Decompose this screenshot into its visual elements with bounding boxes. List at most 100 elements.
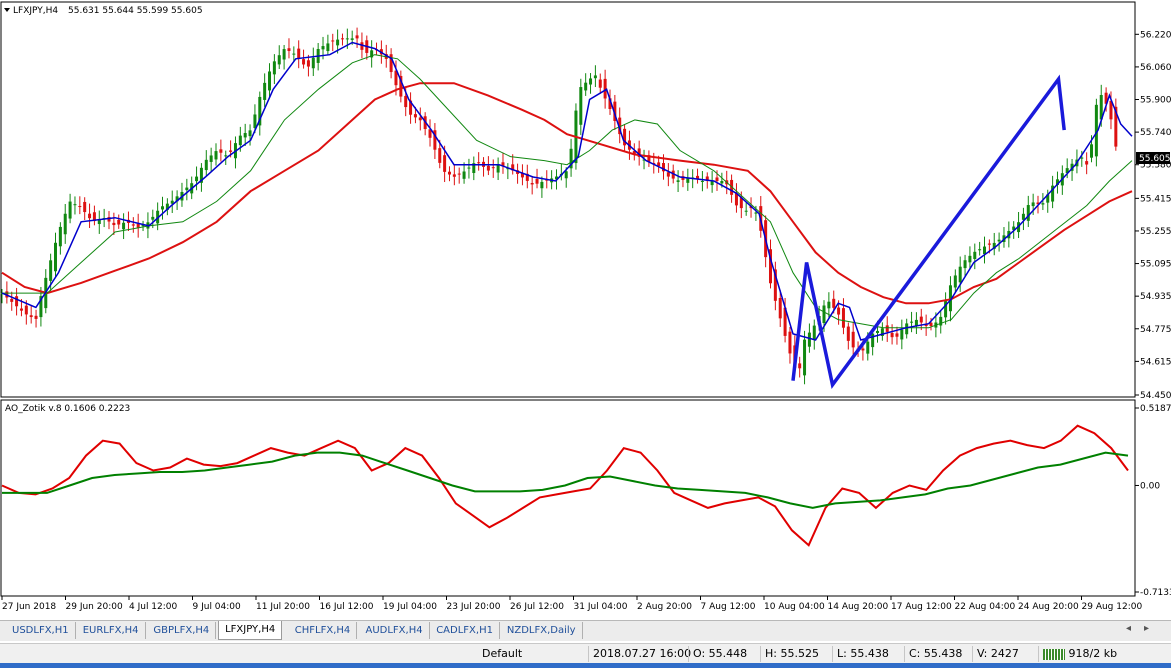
chart-tabs-bar: USDLFX,H1 EURLFX,H4 GBPLFX,H4 LFXJPY,H4 CHFL… — [0, 620, 1171, 641]
chart-tab[interactable]: NZDLFX,Daily — [501, 622, 583, 639]
time-tick-label: 14 Aug 20:00 — [828, 602, 889, 612]
price-tick-label: 56.060 — [1140, 63, 1171, 73]
time-tick-label: 19 Jul 04:00 — [383, 602, 437, 612]
price-tick-label: 56.220 — [1140, 30, 1171, 40]
candle-body — [253, 114, 257, 129]
price-tick-label: 54.615 — [1140, 357, 1171, 367]
candle-body — [540, 181, 544, 189]
osc-tick-label: -0.7133 — [1140, 588, 1171, 598]
candle-body — [63, 213, 67, 235]
chart-tab[interactable]: EURLFX,H4 — [77, 622, 146, 639]
candle-body — [807, 332, 811, 347]
current-price-label: 55.605 — [1139, 154, 1171, 164]
candle-body — [326, 43, 330, 52]
price-tick-label: 54.775 — [1140, 325, 1171, 335]
candle-body — [827, 301, 831, 309]
candle-body — [895, 333, 899, 337]
chart-tab[interactable]: CHFLFX,H4 — [289, 622, 358, 639]
candle-body — [297, 48, 301, 59]
time-tick-label: 31 Jul 04:00 — [574, 602, 628, 612]
candle-body — [306, 60, 310, 67]
price-tick-label: 55.740 — [1140, 128, 1171, 138]
candle-body — [851, 331, 855, 348]
candle-body — [34, 315, 38, 319]
candle-body — [803, 339, 807, 376]
candle-body — [321, 46, 325, 50]
candle-body — [49, 260, 53, 281]
candle-body — [287, 48, 291, 51]
candle-body — [292, 53, 296, 55]
price-tick-label: 55.415 — [1140, 194, 1171, 204]
tabs-scroll-right-icon[interactable]: ▸ — [1144, 623, 1149, 634]
candle-body — [910, 321, 914, 323]
candle-body — [1085, 161, 1089, 165]
chart-tab[interactable]: CADLFX,H1 — [430, 622, 500, 639]
candle-body — [715, 177, 719, 182]
candle-body — [963, 260, 967, 269]
candle-body — [229, 150, 233, 152]
candle-body — [277, 55, 281, 65]
candle-body — [443, 155, 447, 172]
price-tick-label: 54.450 — [1140, 391, 1171, 401]
taskbar-edge — [0, 663, 1171, 668]
candle-body — [151, 216, 155, 220]
status-open: O: 55.448 — [688, 646, 759, 662]
candle-body — [900, 329, 904, 340]
candle-body — [973, 251, 977, 259]
time-tick-label: 11 Jul 20:00 — [256, 602, 310, 612]
chart-tab[interactable]: AUDLFX,H4 — [360, 622, 430, 639]
candle-body — [219, 149, 223, 153]
indicator-title: AO_Zotik v.8 0.1606 0.2223 — [5, 404, 130, 414]
candle-body — [666, 172, 670, 177]
candle-body — [1090, 144, 1094, 158]
candle-body — [19, 308, 23, 311]
candle-body — [457, 173, 461, 175]
candle-body — [345, 38, 349, 40]
candle-body — [564, 171, 568, 179]
time-tick-label: 9 Jul 04:00 — [193, 602, 242, 612]
candle-body — [282, 49, 286, 60]
chart-tab[interactable]: LFXJPY,H4 — [218, 621, 283, 640]
tabs-scroll-left-icon[interactable]: ◂ — [1126, 623, 1131, 634]
candle-body — [978, 249, 982, 251]
traffic-label: 918/2 kb — [1068, 647, 1118, 660]
candle-body — [185, 187, 189, 191]
candle-body — [983, 246, 987, 255]
time-tick-label: 2 Aug 20:00 — [637, 602, 692, 612]
candle-body — [744, 210, 748, 212]
candle-body — [68, 201, 72, 219]
candle-body — [209, 155, 213, 162]
chart-canvas[interactable]: 0.5187 0.00 -0.7133 56.220 56.060 55.900 55.7… — [0, 0, 1171, 620]
candle-body — [987, 243, 991, 245]
status-profile: Default — [482, 647, 523, 660]
candle-body — [161, 206, 165, 210]
candle-body — [832, 298, 836, 308]
candle-body — [447, 171, 451, 175]
time-tick-label: 26 Jul 12:00 — [510, 602, 564, 612]
candle-body — [846, 326, 850, 341]
candle-body — [535, 179, 539, 184]
chart-title: LFXJPY,H4 — [13, 6, 58, 16]
candle-body — [676, 180, 680, 182]
candle-body — [272, 61, 276, 75]
candle-body — [112, 222, 116, 226]
candle-body — [73, 204, 77, 206]
candle-body — [336, 39, 340, 46]
price-tick-label: 55.095 — [1140, 260, 1171, 270]
candle-body — [890, 332, 894, 338]
candle-body — [1041, 203, 1045, 205]
candle-body — [122, 222, 126, 230]
candle-body — [491, 167, 495, 169]
candle-body — [355, 35, 359, 39]
candle-body — [331, 40, 335, 42]
time-tick-label: 16 Jul 12:00 — [320, 602, 374, 612]
price-tick-label: 55.900 — [1140, 96, 1171, 106]
chart-tab[interactable]: USDLFX,H1 — [6, 622, 76, 639]
ohlc-header: 55.631 55.644 55.599 55.605 — [68, 6, 203, 16]
candle-body — [593, 75, 597, 79]
candle-body — [754, 212, 758, 214]
candle-body — [83, 201, 87, 213]
candle-body — [311, 57, 315, 69]
candle-body — [462, 171, 466, 179]
chart-tab[interactable]: GBPLFX,H4 — [147, 622, 217, 639]
